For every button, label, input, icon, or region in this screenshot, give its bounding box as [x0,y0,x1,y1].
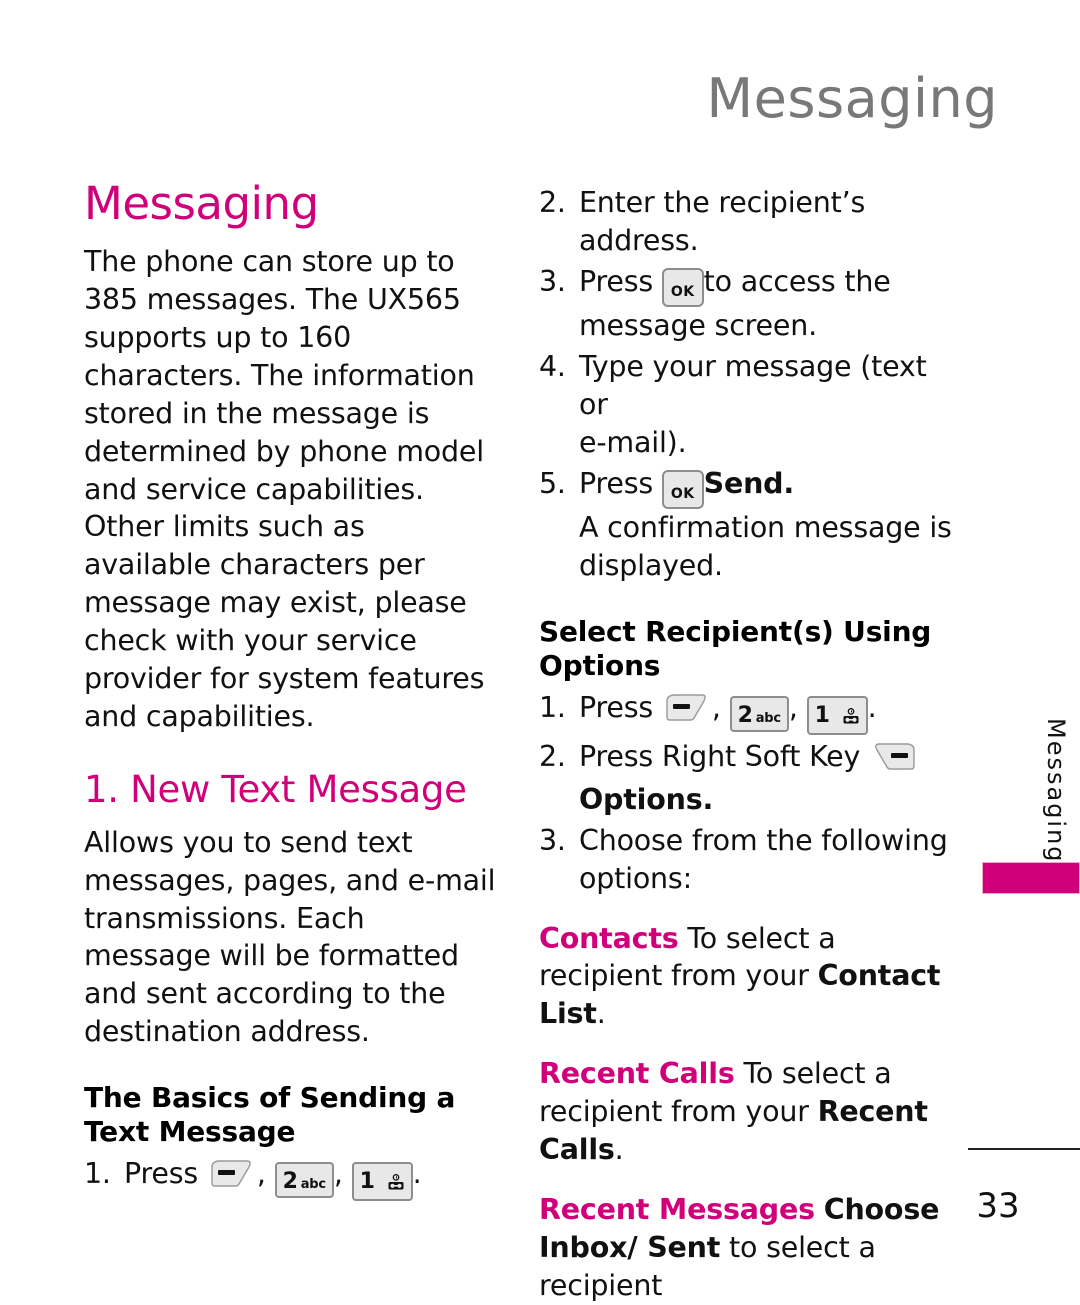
section-title-new-text-message: 1. New Text Message [84,767,467,811]
option-desc-post: . [596,997,606,1031]
sending-steps-list: 2. Enter the recipient’s address. 3. Press… [539,184,954,585]
side-tab-label: Messaging [1042,718,1070,864]
list-item: 1. Press , 2 abc, 1 . [84,1155,499,1201]
step-text: Type your message (text or [579,350,927,422]
key-digit: 2 [737,703,753,729]
step-number: 3. [539,264,566,298]
right-soft-key-icon [871,741,917,781]
right-column: 2. Enter the recipient’s address. 3. Press… [539,180,954,1305]
option-recent-calls: Recent Calls To select a recipient from … [539,1055,954,1169]
list-item: 2. Enter the recipient’s address. [539,184,954,260]
step-comma: , [711,691,721,725]
keypad-key-2-icon: 2 abc [274,1162,334,1198]
option-term: Recent Calls [539,1057,735,1091]
step-continuation: A confirmation message is [579,511,952,545]
page-number: 33 [976,1186,1020,1226]
voicemail-icon [378,1165,405,1198]
step-number: 4. [539,350,566,384]
option-recent-messages: Recent Messages Choose Inbox/ Sent to se… [539,1191,954,1305]
subheading-basics-of-sending: The Basics of Sending a Text Message [84,1081,456,1149]
page-body: Messaging The phone can store up to 385 … [84,180,964,1302]
step-period: . [867,691,877,725]
step-text: Press [579,691,654,725]
step-number: 5. [539,466,566,500]
ok-key-label: OK [670,283,695,300]
key-digit: 1 [814,703,830,729]
side-tab-marker [982,862,1080,894]
option-desc-post: . [614,1132,624,1166]
step-number: 3. [539,823,566,857]
ok-key-icon: OK [661,267,704,308]
step-text: Enter the recipient’s address. [579,186,866,257]
key-digit: 2 [282,1169,298,1195]
chapter-title: Messaging [84,177,319,230]
step-text: Press Right Soft Key [579,739,861,773]
keypad-key-1-voicemail-icon: 1 [351,1162,413,1201]
step-period: . [412,1157,422,1191]
ok-key-label: OK [670,485,695,502]
step-comma: , [256,1157,266,1191]
step-continuation: message screen. [579,309,817,343]
list-item: 3. Press OK to access the message screen. [539,263,954,345]
step-number: 1. [84,1157,111,1191]
option-term: Recent Messages [539,1192,815,1226]
options-steps-list: 1. Press , 2 abc, 1 . 2. Press Right Sof… [539,689,954,897]
option-contacts: Contacts To select a recipient from your… [539,920,954,1034]
subheading-select-recipients: Select Recipient(s) Using Options [539,615,932,683]
step-number: 1. [539,691,566,725]
left-soft-key-icon [209,1158,255,1198]
step-comma: , [788,691,798,725]
key-letters: abc [300,1177,326,1193]
step-continuation-bold: Options. [579,782,714,816]
option-term: Contacts [539,921,679,955]
left-soft-key-icon [664,692,710,732]
list-item: 3. Choose from the following options: [539,822,954,898]
step-text: Press [124,1157,199,1191]
step-text-bold: Send. [703,466,795,500]
running-header: Messaging [706,67,998,130]
step-number: 2. [539,739,566,773]
step-text-after-key: to access the [703,264,891,298]
step-number: 2. [539,186,566,219]
list-item: 2. Press Right Soft Key Options. [539,738,954,819]
keypad-key-2-icon: 2 abc [729,696,789,732]
voicemail-icon [833,699,860,732]
list-item: 1. Press , 2 abc, 1 . [539,689,954,735]
basics-steps-list: 1. Press , 2 abc, 1 . [84,1155,499,1201]
step-continuation: options: [579,861,692,895]
key-digit: 1 [359,1169,375,1195]
step-text: Press [579,466,654,500]
step-continuation: e-mail). [579,425,687,459]
list-item: 4. Type your message (text or e-mail). [539,348,954,462]
left-column: Messaging The phone can store up to 385 … [84,180,499,1204]
step-text: Choose from the following [579,823,948,857]
keypad-key-1-voicemail-icon: 1 [806,696,868,735]
step-text: Press [579,264,654,298]
key-letters: abc [755,711,781,727]
intro-paragraph: The phone can store up to 385 messages. … [84,245,485,733]
step-comma: , [333,1157,343,1191]
section-paragraph: Allows you to send text messages, pages,… [84,825,496,1049]
ok-key-icon: OK [661,469,704,510]
footer-divider [968,1148,1080,1150]
step-continuation: displayed. [579,549,723,583]
list-item: 5. Press OK Send. A confirmation message i… [539,465,954,585]
